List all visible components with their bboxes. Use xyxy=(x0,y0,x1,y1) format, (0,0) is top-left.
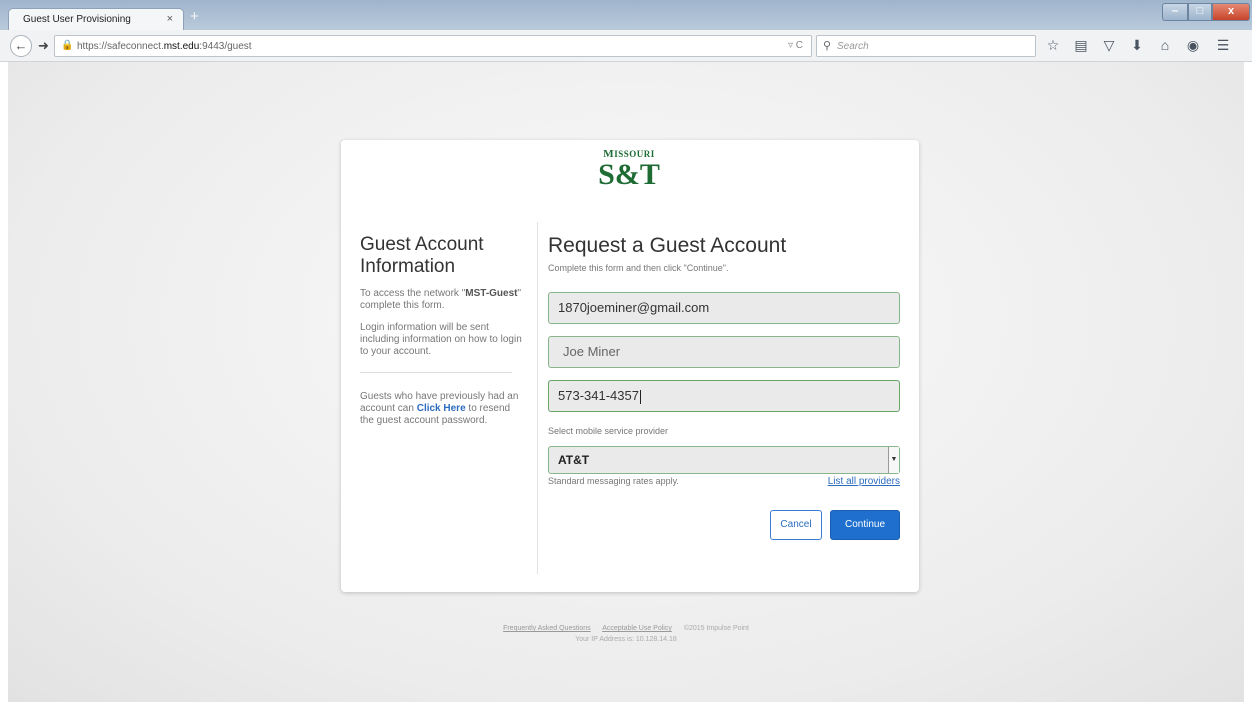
title-bar: Guest User Provisioning × + ‒ □ x xyxy=(0,0,1252,30)
maximize-button[interactable]: □ xyxy=(1188,3,1212,21)
phone-field[interactable]: 573-341-4357 xyxy=(548,380,900,412)
ip-address-text: Your IP Address is: 10.128.14.18 xyxy=(575,636,677,643)
browser-tab[interactable]: Guest User Provisioning × xyxy=(8,8,184,30)
address-bar[interactable]: 🔒 https://safeconnect.mst.edu:9443/guest… xyxy=(54,35,812,57)
tab-title: Guest User Provisioning xyxy=(23,14,131,25)
search-icon: ⚲ xyxy=(823,40,832,52)
name-field[interactable]: Joe Miner xyxy=(548,336,900,368)
menu-icon[interactable]: ☰ xyxy=(1214,37,1232,54)
form-subtitle: Complete this form and then click "Conti… xyxy=(548,263,729,273)
reload-icon[interactable]: ▿ C xyxy=(788,40,803,51)
back-button[interactable]: ← xyxy=(10,35,32,57)
info-login-text: Login information will be sent including… xyxy=(360,322,522,357)
info-separator xyxy=(360,372,512,373)
click-here-link[interactable]: Click Here xyxy=(417,403,466,414)
copyright-text: ©2015 Impulse Point xyxy=(683,625,749,632)
chevron-down-icon[interactable]: ▼ xyxy=(888,447,899,473)
provider-select[interactable]: AT&T ▼ xyxy=(548,446,900,474)
url-text: https://safeconnect.mst.edu:9443/guest xyxy=(77,41,252,52)
request-form: Request a Guest Account Complete this fo… xyxy=(548,234,900,540)
list-providers-link[interactable]: List all providers xyxy=(828,476,900,487)
provider-label: Select mobile service provider xyxy=(548,426,669,436)
bookmark-star-icon[interactable]: ☆ xyxy=(1044,37,1062,54)
email-field[interactable]: 1870joeminer@gmail.com xyxy=(548,292,900,324)
guest-info-panel: Guest Account Information To access the … xyxy=(360,234,524,427)
close-window-button[interactable]: x xyxy=(1212,3,1250,21)
bookmarks-list-icon[interactable]: ▤ xyxy=(1072,37,1090,54)
text-cursor xyxy=(639,389,641,404)
aup-link[interactable]: Acceptable Use Policy xyxy=(602,625,672,632)
cancel-button[interactable]: Cancel xyxy=(770,510,822,540)
home-icon[interactable]: ⌂ xyxy=(1156,37,1174,53)
forward-button[interactable]: ➜ xyxy=(38,38,49,54)
download-icon[interactable]: ⬇ xyxy=(1128,37,1146,54)
info-access-text: To access the network "MST-Guest" comple… xyxy=(360,288,522,311)
rates-note: Standard messaging rates apply. xyxy=(548,476,679,486)
search-placeholder: Search xyxy=(837,41,869,52)
lock-icon: 🔒 xyxy=(61,40,74,51)
chat-icon[interactable]: ◉ xyxy=(1184,37,1202,54)
new-tab-icon[interactable]: + xyxy=(190,8,199,25)
page-background: MISSOURI S&T Guest Account Information T… xyxy=(8,62,1244,702)
search-input[interactable]: ⚲ Search xyxy=(816,35,1036,57)
minimize-button[interactable]: ‒ xyxy=(1162,3,1188,21)
continue-button[interactable]: Continue xyxy=(830,510,900,540)
tab-close-icon[interactable]: × xyxy=(167,13,173,25)
guest-form-card: MISSOURI S&T Guest Account Information T… xyxy=(341,140,919,592)
navigation-bar: ← ➜ 🔒 https://safeconnect.mst.edu:9443/g… xyxy=(0,30,1252,62)
missouri-st-logo: MISSOURI S&T xyxy=(598,148,660,191)
pocket-icon[interactable]: ▽ xyxy=(1100,37,1118,54)
minimize-icon: ‒ xyxy=(1171,5,1179,17)
info-resend-text: Guests who have previously had an accoun… xyxy=(360,391,519,426)
maximize-icon: □ xyxy=(1196,5,1204,17)
form-title: Request a Guest Account xyxy=(548,234,787,257)
page-footer: Frequently Asked Questions Acceptable Us… xyxy=(8,625,1244,643)
provider-selected-value: AT&T xyxy=(558,453,590,467)
faq-link[interactable]: Frequently Asked Questions xyxy=(503,625,591,632)
info-title: Guest Account Information xyxy=(360,234,484,277)
close-icon: x xyxy=(1227,5,1235,17)
column-divider xyxy=(537,222,538,574)
